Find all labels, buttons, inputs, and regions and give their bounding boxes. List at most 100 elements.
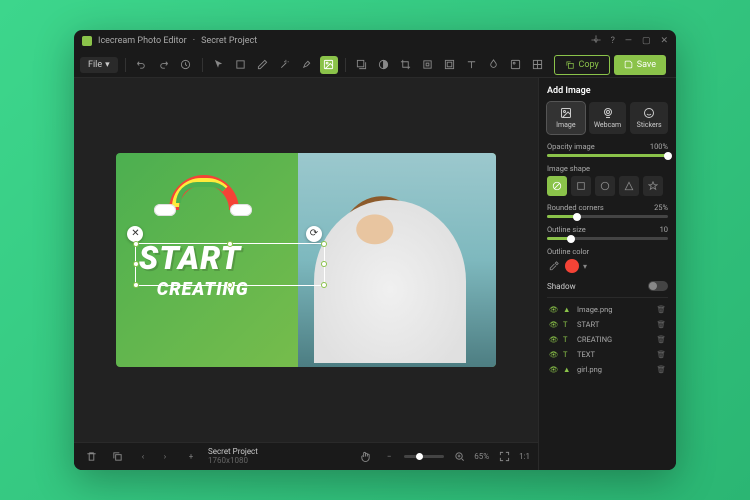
- copy-button[interactable]: Copy: [554, 55, 609, 75]
- visibility-icon: 👁: [549, 335, 559, 344]
- rounded-slider[interactable]: [547, 215, 668, 218]
- shape-square[interactable]: [571, 176, 591, 196]
- trash-icon[interactable]: [82, 448, 100, 466]
- opacity-label: Opacity image: [547, 142, 595, 151]
- filter-icon[interactable]: [507, 56, 525, 74]
- visibility-icon: 👁: [549, 365, 559, 374]
- cursor-icon[interactable]: [210, 56, 228, 74]
- add-page-icon[interactable]: +: [182, 448, 200, 466]
- ratio-value: 1:1: [519, 452, 530, 461]
- text-icon[interactable]: [463, 56, 481, 74]
- grid-icon[interactable]: [529, 56, 547, 74]
- rounded-value: 25%: [654, 203, 668, 212]
- crop-icon[interactable]: [397, 56, 415, 74]
- shape-circle[interactable]: [595, 176, 615, 196]
- canvas[interactable]: START CREATING ✕ ⟳: [116, 153, 496, 367]
- drop-icon[interactable]: [485, 56, 503, 74]
- text-icon: T: [563, 350, 573, 359]
- sidebar: Add Image Image Webcam Stickers Opacity …: [538, 78, 676, 470]
- selection-rotate-icon[interactable]: ⟳: [306, 226, 322, 242]
- duplicate-icon[interactable]: [108, 448, 126, 466]
- rainbow-sticker[interactable]: [169, 175, 239, 210]
- zoom-slider[interactable]: [404, 455, 444, 458]
- zoom-out-icon[interactable]: −: [380, 448, 398, 466]
- resize-icon[interactable]: [419, 56, 437, 74]
- delete-layer-icon[interactable]: 🗑: [656, 305, 666, 314]
- file-menu[interactable]: File▾: [80, 57, 118, 73]
- outline-color-label: Outline color: [547, 247, 589, 256]
- visibility-icon: 👁: [549, 305, 559, 314]
- layer-item[interactable]: 👁▲girl.png🗑: [547, 362, 668, 377]
- chevron-down-icon[interactable]: ▾: [583, 262, 587, 271]
- delete-layer-icon[interactable]: 🗑: [656, 335, 666, 344]
- app-window: Icecream Photo Editor · Secret Project ?…: [74, 30, 676, 470]
- cloud-sticker: [230, 204, 252, 216]
- delete-layer-icon[interactable]: 🗑: [656, 365, 666, 374]
- footer-dimensions: 1760x1080: [208, 457, 258, 466]
- visibility-icon: 👁: [549, 320, 559, 329]
- next-page-icon[interactable]: ›: [156, 448, 174, 466]
- tab-webcam[interactable]: Webcam: [589, 102, 627, 134]
- canvas-text-1[interactable]: START: [139, 239, 249, 277]
- delete-layer-icon[interactable]: 🗑: [656, 320, 666, 329]
- shadow-label: Shadow: [547, 282, 576, 291]
- shape-label: Image shape: [547, 164, 590, 173]
- toolbar: File▾ Copy Save: [74, 52, 676, 78]
- opacity-slider[interactable]: [547, 154, 668, 157]
- outline-size-value: 10: [660, 225, 668, 234]
- outline-color-swatch[interactable]: [565, 259, 579, 273]
- layer-list: 👁▲Image.png🗑 👁TSTART🗑 👁TCREATING🗑 👁TTEXT…: [547, 297, 668, 377]
- shadow-toggle[interactable]: [648, 281, 668, 291]
- app-logo: [82, 36, 92, 46]
- save-button[interactable]: Save: [614, 55, 666, 75]
- outline-size-slider[interactable]: [547, 237, 668, 240]
- status-bar: ‹ › + Secret Project 1760x1080 − 65% 1:1: [74, 442, 538, 470]
- image-icon: ▲: [563, 305, 573, 314]
- undo-icon[interactable]: [133, 56, 151, 74]
- maximize-icon[interactable]: ▢: [642, 36, 651, 46]
- cloud-sticker: [154, 204, 176, 216]
- prev-page-icon[interactable]: ‹: [134, 448, 152, 466]
- outline-size-label: Outline size: [547, 225, 586, 234]
- minimize-icon[interactable]: —: [625, 36, 632, 46]
- add-image-icon[interactable]: [320, 56, 338, 74]
- wand-icon[interactable]: [276, 56, 294, 74]
- layer-item[interactable]: 👁TSTART🗑: [547, 317, 668, 332]
- opacity-value: 100%: [650, 142, 668, 151]
- rounded-label: Rounded corners: [547, 203, 604, 212]
- shape-none[interactable]: [547, 176, 567, 196]
- layer-item[interactable]: 👁▲Image.png🗑: [547, 302, 668, 317]
- adjust-icon[interactable]: [375, 56, 393, 74]
- zoom-in-icon[interactable]: [450, 448, 468, 466]
- brush-icon[interactable]: [298, 56, 316, 74]
- sidebar-title: Add Image: [547, 86, 668, 96]
- canvas-person: [314, 200, 466, 362]
- eyedropper-icon[interactable]: [547, 259, 561, 273]
- frame-icon[interactable]: [441, 56, 459, 74]
- tab-stickers[interactable]: Stickers: [630, 102, 668, 134]
- zoom-value: 65%: [474, 452, 489, 461]
- layer-item[interactable]: 👁TTEXT🗑: [547, 347, 668, 362]
- history-icon[interactable]: [177, 56, 195, 74]
- settings-icon[interactable]: [591, 35, 601, 48]
- layer-item[interactable]: 👁TCREATING🗑: [547, 332, 668, 347]
- hand-icon[interactable]: [356, 448, 374, 466]
- layers-icon[interactable]: [353, 56, 371, 74]
- text-icon: T: [563, 335, 573, 344]
- text-icon: T: [563, 320, 573, 329]
- delete-layer-icon[interactable]: 🗑: [656, 350, 666, 359]
- shape-icon[interactable]: [232, 56, 250, 74]
- pen-icon[interactable]: [254, 56, 272, 74]
- shape-star[interactable]: [643, 176, 663, 196]
- canvas-text-2[interactable]: CREATING: [157, 279, 249, 300]
- help-icon[interactable]: ?: [611, 36, 615, 46]
- shape-triangle[interactable]: [619, 176, 639, 196]
- close-icon[interactable]: ✕: [660, 36, 668, 46]
- visibility-icon: 👁: [549, 350, 559, 359]
- tab-image[interactable]: Image: [547, 102, 585, 134]
- fullscreen-icon[interactable]: [495, 448, 513, 466]
- app-name: Icecream Photo Editor: [98, 36, 187, 46]
- image-icon: ▲: [563, 365, 573, 374]
- redo-icon[interactable]: [155, 56, 173, 74]
- project-name: Secret Project: [201, 36, 257, 46]
